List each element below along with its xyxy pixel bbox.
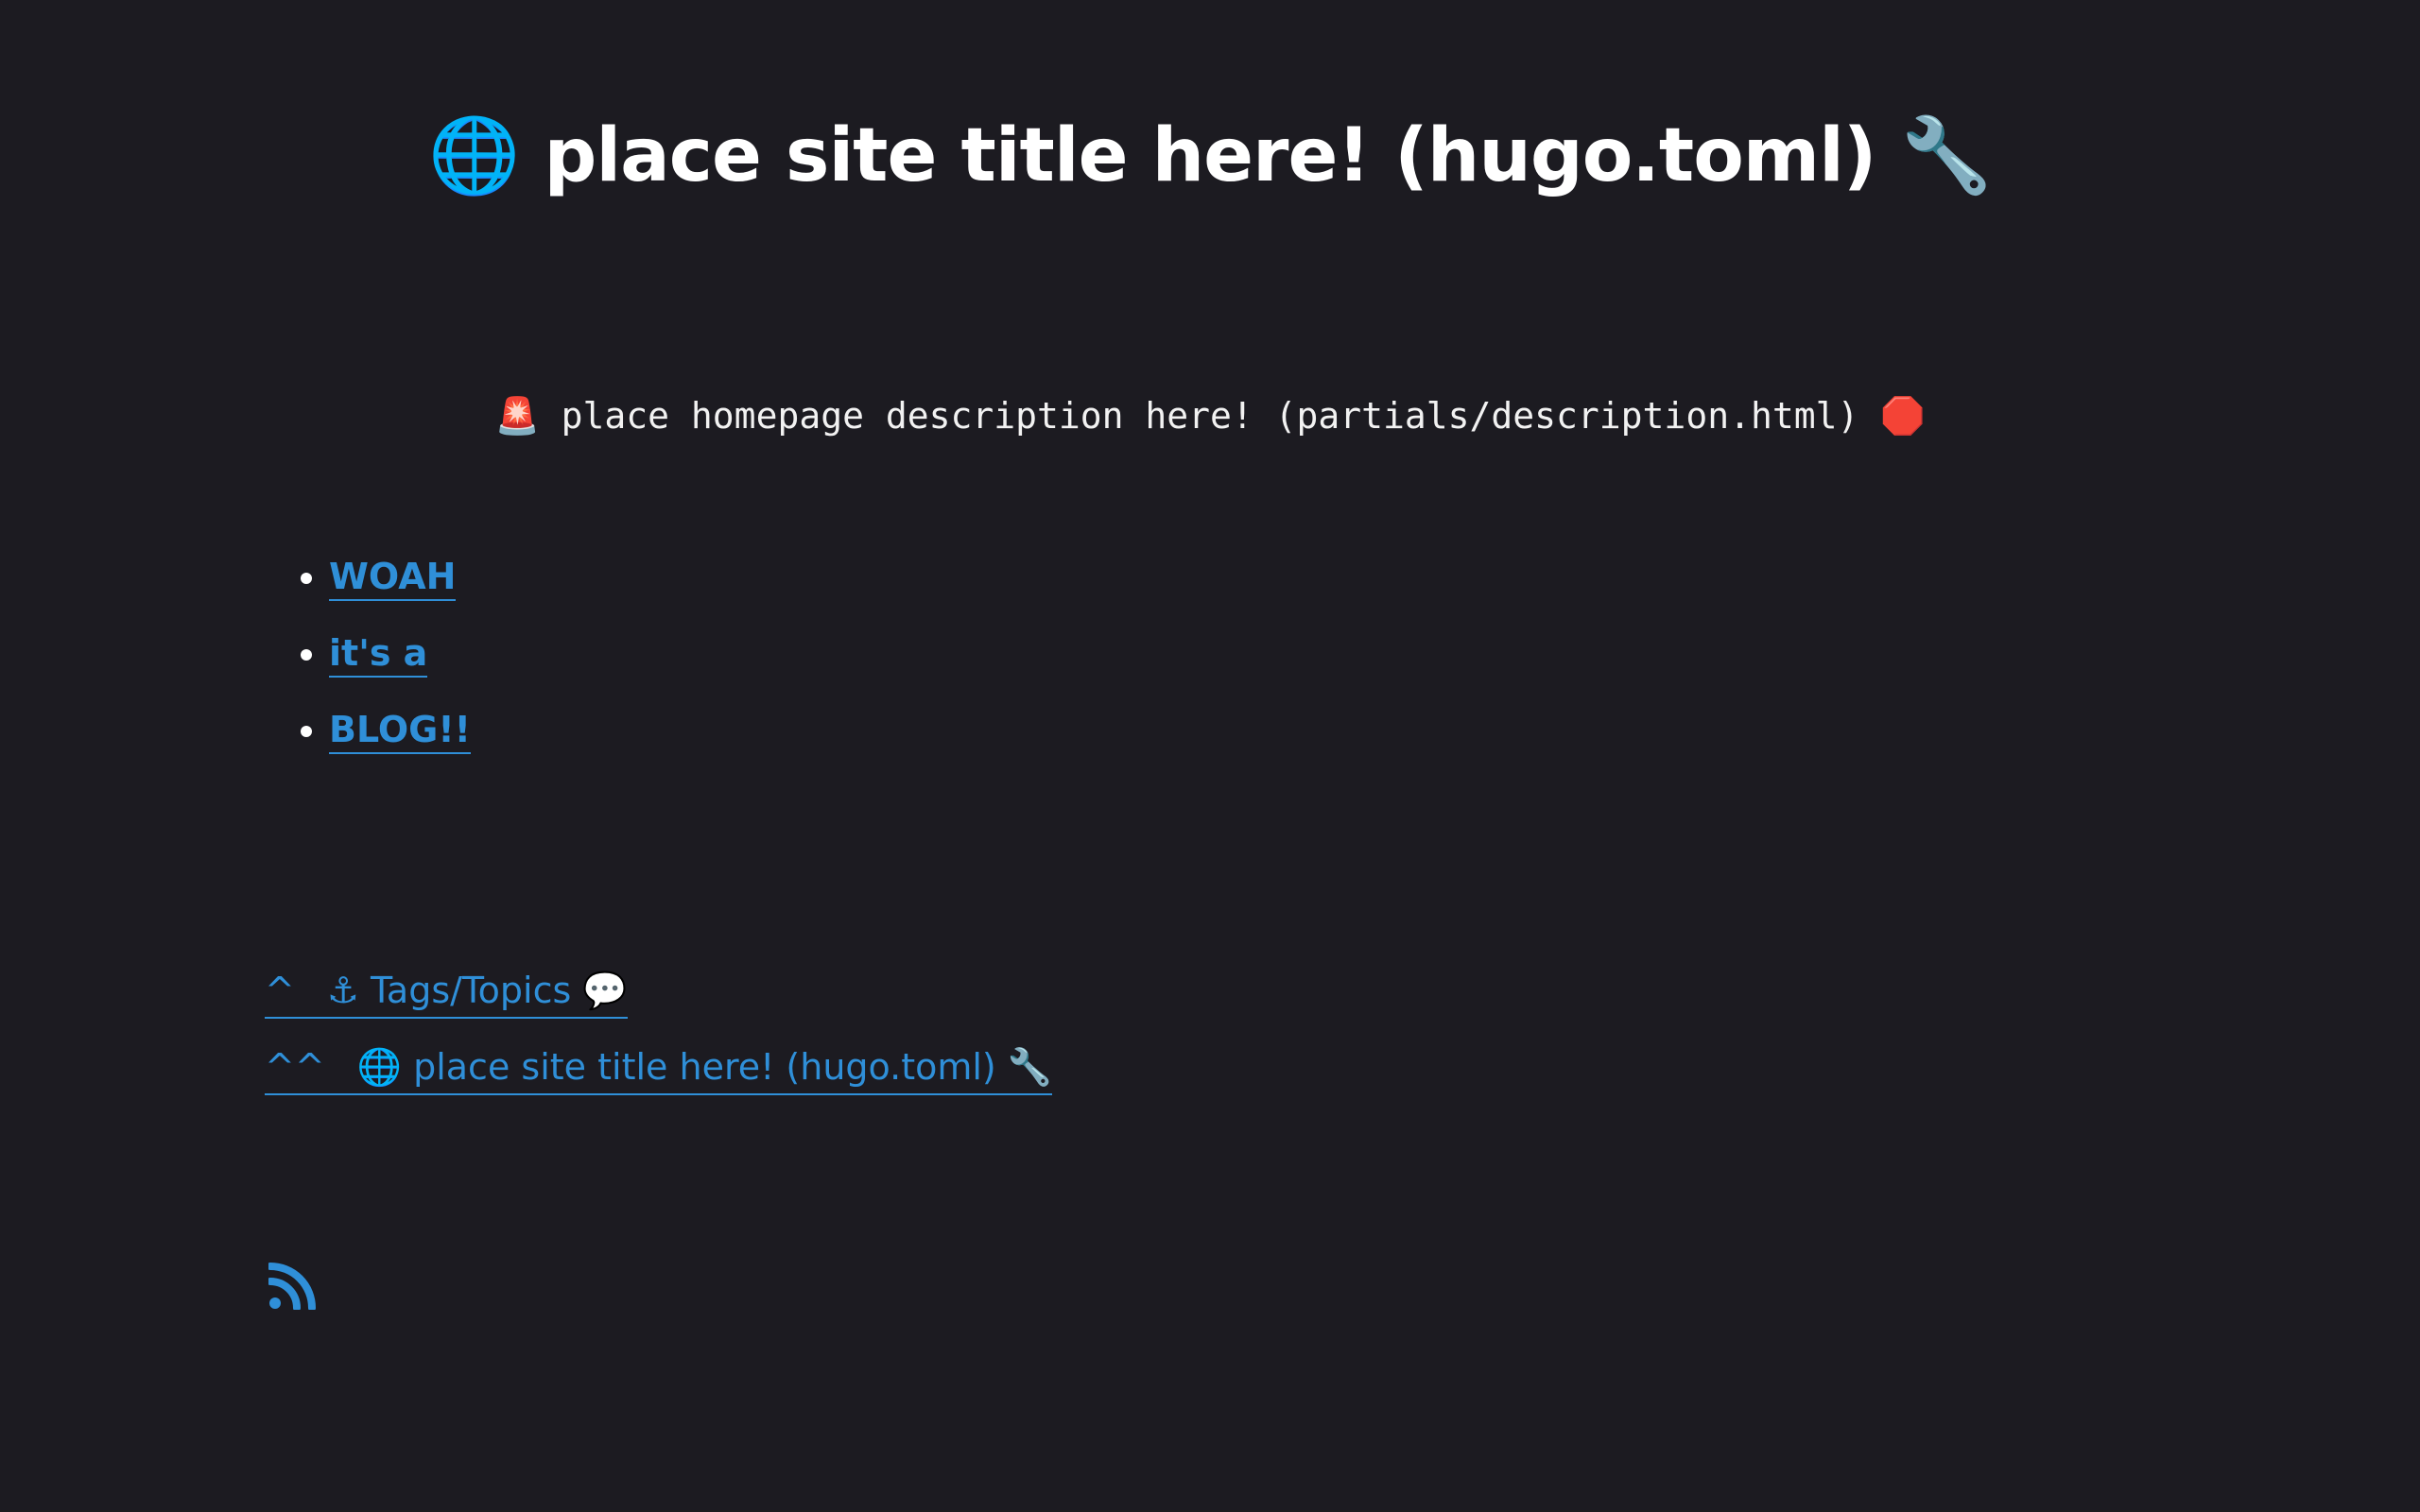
post-link-its-a[interactable]: it's a — [329, 632, 428, 678]
site-title: 🌐 place site title here! (hugo.toml) 🔧 — [428, 113, 1992, 198]
caret-up: ^ — [265, 970, 295, 1011]
site-header: 🌐 place site title here! (hugo.toml) 🔧 — [0, 94, 2420, 217]
rss-icon — [267, 1263, 316, 1312]
home-link[interactable]: ^^ 🌐 place site title here! (hugo.toml) 🔧 — [265, 1040, 1053, 1095]
post-link-woah[interactable]: WOAH — [329, 556, 457, 601]
tags-topics-label: ⚓ Tags/Topics 💬 — [326, 970, 628, 1011]
list-item: WOAH — [329, 546, 471, 623]
homepage-description: 🚨 place homepage description here! (part… — [494, 395, 1926, 437]
post-list: WOAH it's a BLOG!! — [265, 546, 471, 776]
list-item: it's a — [329, 623, 471, 699]
caret-up-up: ^^ — [265, 1046, 325, 1088]
post-link-blog[interactable]: BLOG!! — [329, 709, 471, 754]
list-item: BLOG!! — [329, 699, 471, 776]
rss-link[interactable] — [267, 1263, 316, 1312]
nav-row-home: ^^ 🌐 place site title here! (hugo.toml) 🔧 — [265, 1040, 1053, 1117]
home-link-label: 🌐 place site title here! (hugo.toml) 🔧 — [356, 1046, 1053, 1088]
footer-nav: ^ ⚓ Tags/Topics 💬 ^^ 🌐 place site title he… — [265, 964, 1053, 1117]
tags-topics-link[interactable]: ^ ⚓ Tags/Topics 💬 — [265, 964, 628, 1019]
nav-row-tags: ^ ⚓ Tags/Topics 💬 — [265, 964, 1052, 1040]
